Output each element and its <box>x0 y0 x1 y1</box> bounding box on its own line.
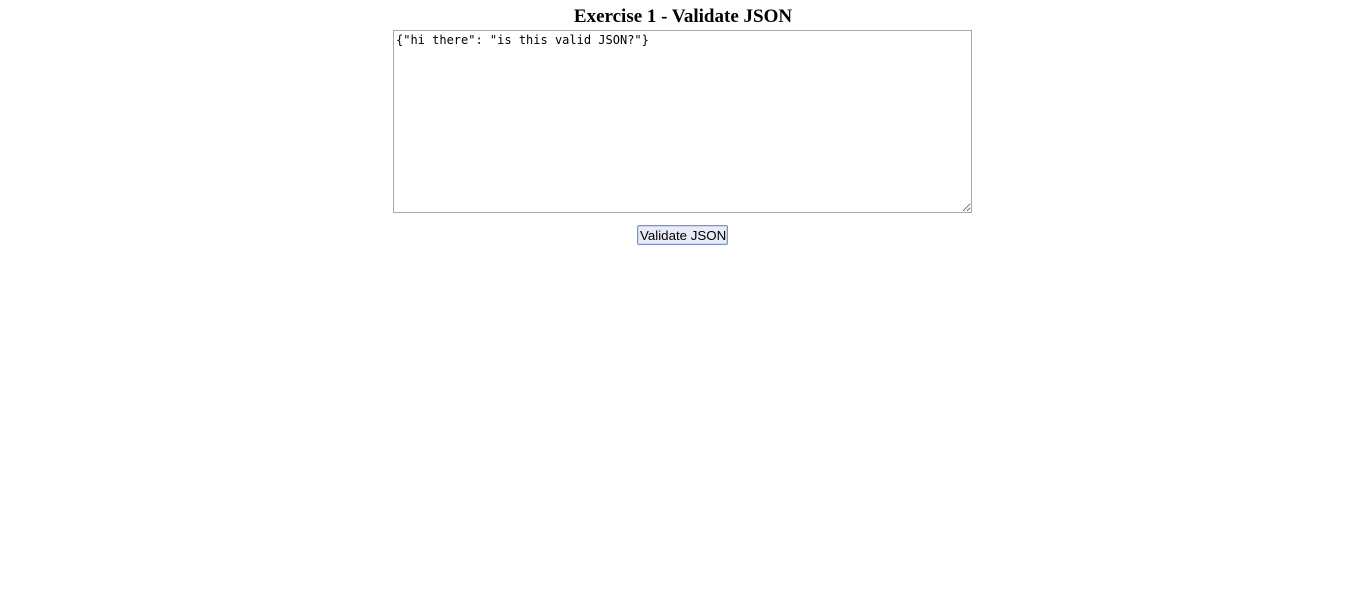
page-root: Exercise 1 - Validate JSON {"hi there": … <box>0 0 1349 608</box>
page-title: Exercise 1 - Validate JSON <box>573 6 793 27</box>
json-input[interactable]: {"hi there": "is this valid JSON?"} <box>393 30 972 213</box>
validate-json-button[interactable]: Validate JSON <box>637 225 728 245</box>
